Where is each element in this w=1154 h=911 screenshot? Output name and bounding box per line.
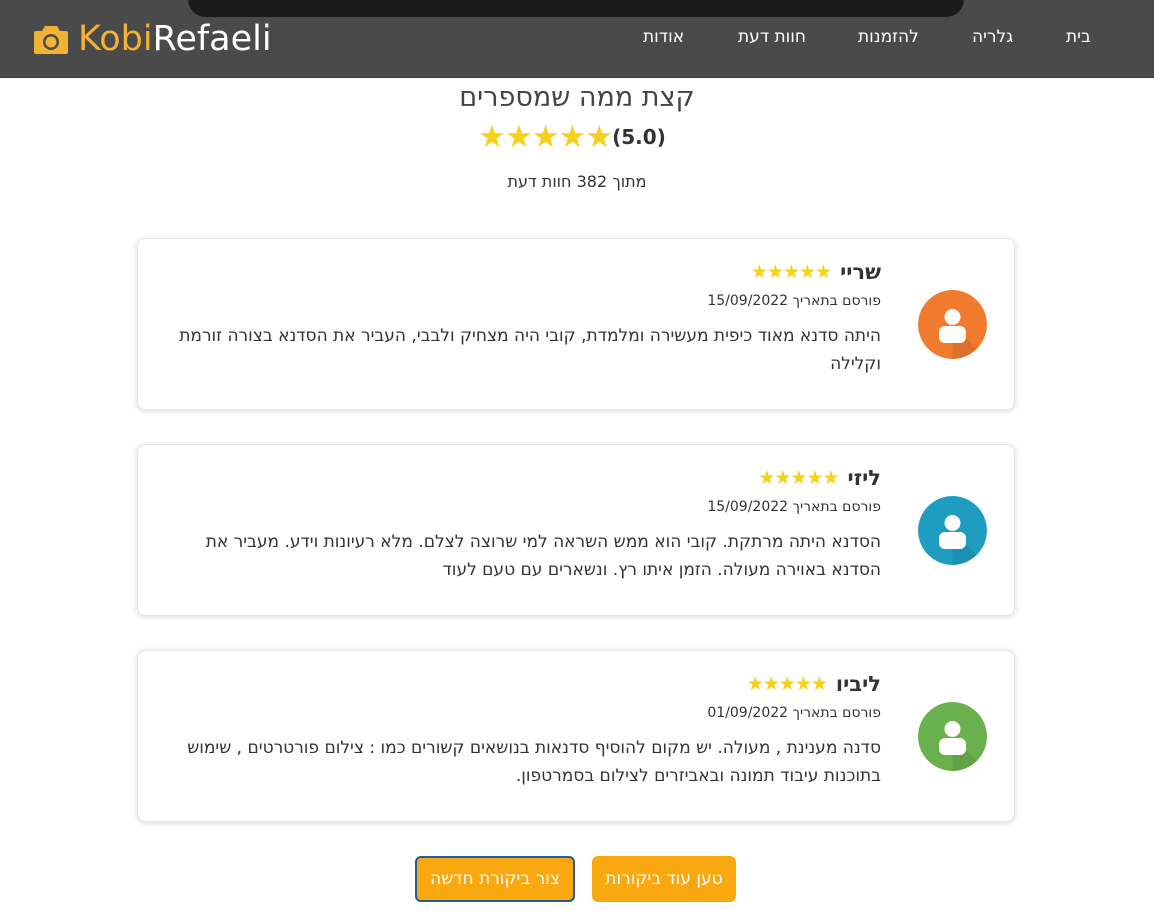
reviews-count: מתוך 382 חוות דעת: [507, 172, 647, 191]
brand-name-second: Refaeli: [152, 19, 272, 59]
review-text: סדנה מענינת , מעולה. יש מקום להוסיף סדנא…: [187, 738, 881, 786]
review-stars: ★★★★★: [746, 673, 828, 695]
avatar: [918, 290, 987, 359]
review-card: ליזי ★★★★★ פורסם בתאריך 15/09/2022 הסדנא…: [137, 444, 1015, 616]
reviewer-name: שריי: [840, 260, 881, 284]
brand-logo[interactable]: KobiRefaeli: [33, 18, 272, 60]
nav-link-reviews[interactable]: חוות דעת: [738, 27, 806, 47]
camera-icon: [34, 26, 68, 54]
nav-link-orders[interactable]: להזמנות: [858, 27, 919, 47]
reviewer-name: ליזי: [847, 466, 881, 490]
load-more-reviews-button[interactable]: טען עוד ביקורות: [592, 856, 736, 902]
overall-rating: ★★★★★ (5.0): [0, 119, 1154, 155]
review-date: פורסם בתאריך 15/09/2022: [707, 293, 881, 309]
navbar: KobiRefaeli בית גלריה להזמנות חוות דעת א…: [0, 0, 1154, 78]
review-stars: ★★★★★: [750, 261, 832, 283]
user-icon: [918, 702, 987, 771]
review-card: ליביו ★★★★★ פורסם בתאריך 01/09/2022 סדנה…: [137, 650, 1015, 822]
browser-top-bar: [188, 0, 964, 17]
review-text: הסדנא היתה מרתקת. קובי הוא ממש השראה למי…: [205, 532, 881, 580]
nav-link-about[interactable]: אודות: [643, 27, 684, 47]
review-card: שריי ★★★★★ פורסם בתאריך 15/09/2022 היתה …: [137, 238, 1015, 410]
brand-name-first: Kobi: [78, 19, 153, 59]
user-icon: [918, 496, 987, 565]
nav-link-home[interactable]: בית: [1066, 27, 1091, 47]
avatar: [918, 702, 987, 771]
review-stars: ★★★★★: [758, 467, 839, 489]
overall-rating-value: (5.0): [612, 125, 666, 149]
reviewer-name: ליביו: [835, 672, 881, 696]
nav-link-gallery[interactable]: גלריה: [972, 27, 1013, 47]
review-date: פורסם בתאריך 15/09/2022: [707, 499, 881, 515]
review-text: היתה סדנא מאוד כיפית מעשירה ומלמדת, קובי…: [179, 326, 881, 374]
overall-stars: ★★★★★: [478, 119, 613, 155]
user-icon: [918, 290, 987, 359]
review-date: פורסם בתאריך 01/09/2022: [707, 705, 881, 721]
avatar: [918, 496, 987, 565]
new-review-button[interactable]: צור ביקורת חדשה: [415, 856, 575, 902]
reviews-title: קצת ממה שמספרים: [459, 82, 695, 113]
